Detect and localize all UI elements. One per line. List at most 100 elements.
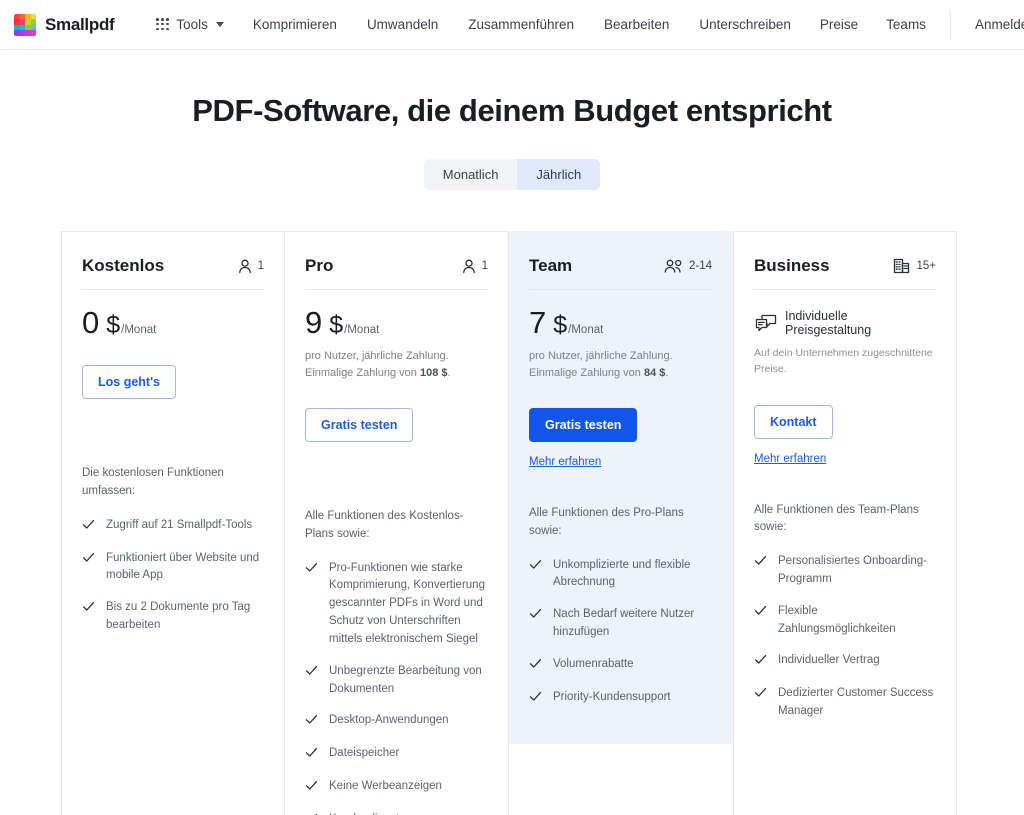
feature-text: Funktioniert über Website und mobile App xyxy=(106,551,260,582)
feature-item: Volumenrabatte xyxy=(529,656,712,675)
building-icon xyxy=(893,258,911,274)
multi-user-icon xyxy=(664,258,684,274)
check-icon xyxy=(305,664,318,682)
nav-item-preise[interactable]: Preise xyxy=(806,17,872,32)
brand-logo[interactable]: Smallpdf xyxy=(14,13,115,36)
page-title: PDF-Software, die deinem Budget entspric… xyxy=(192,93,832,128)
feature-text: Kundendienst xyxy=(329,811,399,815)
nav-item-unterschreiben[interactable]: Unterschreiben xyxy=(684,17,806,32)
plan-cta-button[interactable]: Los geht's xyxy=(82,365,177,399)
check-icon xyxy=(754,653,767,671)
header-divider xyxy=(949,11,951,38)
toggle-monthly[interactable]: Monatlich xyxy=(423,159,518,190)
smallpdf-logo-icon xyxy=(14,13,36,36)
learn-more-link[interactable]: Mehr erfahren xyxy=(529,456,601,468)
check-icon xyxy=(754,604,767,622)
feature-text: Keine Werbeanzeigen xyxy=(329,780,442,793)
card-header: Kostenlos 1 xyxy=(82,256,264,290)
feature-item: Priority-Kundensupport xyxy=(529,689,712,708)
card-header: Team 2-14 xyxy=(529,256,712,290)
card-header: Business 15+ xyxy=(754,256,936,290)
brand-name: Smallpdf xyxy=(45,14,115,34)
price-amount: 7 xyxy=(529,305,547,340)
nav-item-teams[interactable]: Teams xyxy=(872,17,940,32)
plan-price: 7 $/Monat xyxy=(529,307,712,338)
check-icon xyxy=(529,558,542,576)
single-user-icon xyxy=(237,258,253,274)
price-currency: $ xyxy=(329,311,344,339)
hero-section: PDF-Software, die deinem Budget entspric… xyxy=(0,50,1024,190)
plan-seats: 1 xyxy=(461,258,488,274)
feature-text: Personalisiertes Onboarding-Programm xyxy=(778,555,927,585)
price-amount: 0 xyxy=(82,305,100,340)
check-icon xyxy=(529,657,542,675)
nav-item-zusammenfuehren[interactable]: Zusammenführen xyxy=(453,17,589,32)
nav-item-komprimieren[interactable]: Komprimieren xyxy=(238,17,352,32)
plan-seats: 15+ xyxy=(893,258,936,274)
pricing-card-team: Team 2-14 7 $/Monat pro Nutzer, jährliche Za… xyxy=(509,231,733,744)
feature-text: Flexible Zahlungsmöglichkeiten xyxy=(778,604,896,635)
nav-tools-label: Tools xyxy=(176,17,208,32)
feature-item: Nach Bedarf weitere Nutzer hinzufügen xyxy=(529,606,712,642)
billing-period-toggle: Monatlich Jährlich xyxy=(423,159,601,190)
feature-item: Dateispeicher xyxy=(305,745,488,764)
feature-item: Desktop-Anwendungen xyxy=(305,712,488,731)
plan-price: 9 $/Monat xyxy=(305,307,488,338)
plan-seats: 1 xyxy=(237,258,264,274)
plan-seats-count: 1 xyxy=(257,260,264,272)
feature-text: Unkomplizierte und flexible Abrechnung xyxy=(553,558,691,589)
plan-cta-button[interactable]: Gratis testen xyxy=(529,408,638,442)
primary-nav: Tools Komprimieren Umwandeln Zusammenfüh… xyxy=(142,17,806,32)
feature-item: Individueller Vertrag xyxy=(754,652,936,671)
nav-item-tools[interactable]: Tools xyxy=(142,17,238,32)
toggle-yearly[interactable]: Jährlich xyxy=(517,159,601,190)
feature-text: Dedizierter Customer Success Manager xyxy=(778,687,934,718)
plan-name: Team xyxy=(529,256,573,275)
plan-name: Business xyxy=(754,256,830,275)
check-icon xyxy=(305,779,318,797)
check-icon xyxy=(82,518,95,536)
features-intro: Alle Funktionen des Team-Plans sowie: xyxy=(754,503,919,534)
chat-bubbles-icon xyxy=(754,314,778,332)
features-intro: Alle Funktionen des Kostenlos-Plans sowi… xyxy=(305,510,464,540)
price-amount: 9 xyxy=(305,305,323,340)
feature-text: Bis zu 2 Dokumente pro Tag bearbeiten xyxy=(106,601,251,632)
custom-pricing-label: Individuelle Preisgestaltung xyxy=(785,309,872,337)
check-icon xyxy=(529,690,542,708)
nav-item-umwandeln[interactable]: Umwandeln xyxy=(352,17,453,32)
pricing-card-business: Business 15+ Individuelle Preisgestaltung A… xyxy=(733,231,957,815)
feature-text: Nach Bedarf weitere Nutzer hinzufügen xyxy=(553,608,695,639)
nav-item-bearbeiten[interactable]: Bearbeiten xyxy=(589,17,684,32)
grid-dots-icon xyxy=(156,18,169,31)
feature-text: Volumenrabatte xyxy=(553,657,634,670)
plan-cta-button[interactable]: Kontakt xyxy=(754,404,833,439)
feature-item: Flexible Zahlungsmöglichkeiten xyxy=(754,603,936,639)
check-icon xyxy=(305,713,318,731)
check-icon xyxy=(305,746,318,764)
feature-item: Zugriff auf 21 Smallpdf-Tools xyxy=(82,517,264,536)
price-currency: $ xyxy=(106,311,121,339)
feature-text: Dateispeicher xyxy=(329,747,400,760)
features-intro: Die kostenlosen Funktionen umfassen: xyxy=(82,467,224,497)
price-note: pro Nutzer, jährliche Zahlung. Einmalige … xyxy=(305,350,451,379)
plan-cta-button[interactable]: Gratis testen xyxy=(305,408,414,442)
features-list: Personalisiertes Onboarding-Programm Flex… xyxy=(754,553,936,721)
feature-text: Priority-Kundensupport xyxy=(553,690,671,703)
check-icon xyxy=(82,551,95,569)
check-icon xyxy=(754,554,767,572)
feature-text: Zugriff auf 21 Smallpdf-Tools xyxy=(106,518,253,531)
learn-more-link[interactable]: Mehr erfahren xyxy=(754,453,826,465)
feature-text: Desktop-Anwendungen xyxy=(329,714,449,727)
features-intro: Alle Funktionen des Pro-Plans sowie: xyxy=(529,507,684,537)
plan-seats-count: 2-14 xyxy=(688,260,712,272)
plan-seats-count: 15+ xyxy=(916,260,936,272)
pricing-card-kostenlos: Kostenlos 1 0 $/Monat Los geht's Die kostenlo… xyxy=(61,231,285,815)
custom-pricing-note: Auf dein Unternehmen zugeschnittene Prei… xyxy=(754,347,933,375)
site-header: Smallpdf Tools Komprimieren Umwandeln Zu… xyxy=(0,0,1024,50)
sign-in-link[interactable]: Anmelden xyxy=(961,17,1024,32)
card-header: Pro 1 xyxy=(305,256,488,290)
feature-item: Personalisiertes Onboarding-Programm xyxy=(754,553,936,589)
custom-pricing: Individuelle Preisgestaltung xyxy=(754,309,936,337)
feature-text: Individueller Vertrag xyxy=(778,654,880,667)
price-note: pro Nutzer, jährliche Zahlung. Einmalige … xyxy=(529,350,673,379)
